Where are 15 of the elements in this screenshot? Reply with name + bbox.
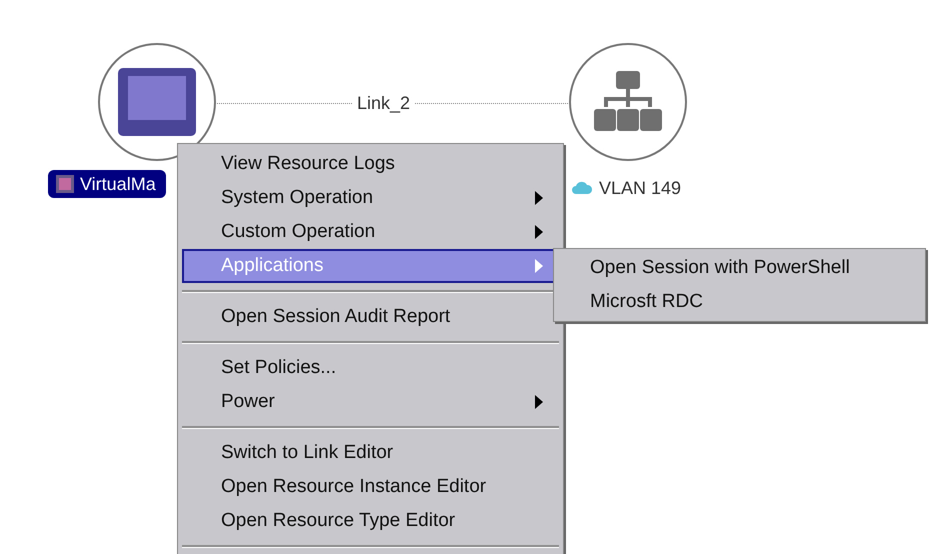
monitor-icon xyxy=(118,68,196,136)
network-hierarchy-icon xyxy=(594,71,662,133)
menu-item[interactable]: Open Resource Instance Editor xyxy=(182,470,559,504)
node-label[interactable]: VLAN 149 xyxy=(563,174,692,202)
menu-item[interactable]: Switch to Link Editor xyxy=(182,436,559,470)
menu-item[interactable]: View Resource Logs xyxy=(182,147,559,181)
menu-item[interactable]: Set Policies... xyxy=(182,351,559,385)
menu-item[interactable]: System Operation xyxy=(182,181,559,215)
vm-icon xyxy=(56,175,74,193)
menu-item[interactable]: Microsft RDC xyxy=(554,285,925,319)
cloud-icon xyxy=(571,181,593,195)
node-label[interactable]: VirtualMa xyxy=(48,170,166,198)
menu-item[interactable]: Power xyxy=(182,385,559,419)
menu-item[interactable]: Open Resource Type Editor xyxy=(182,504,559,538)
menu-item[interactable]: Custom Operation xyxy=(182,215,559,249)
